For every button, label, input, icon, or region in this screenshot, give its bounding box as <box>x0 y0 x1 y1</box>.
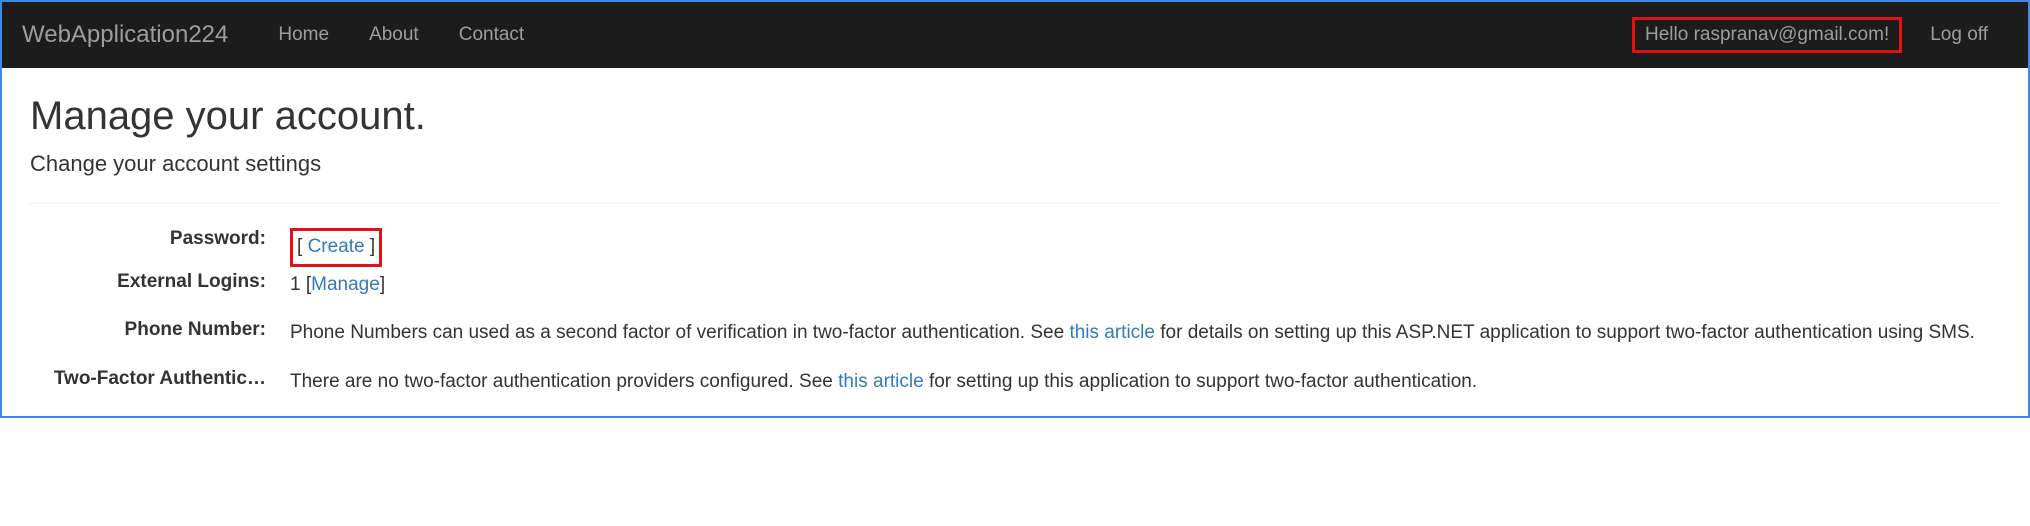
two-factor-article-link[interactable]: this article <box>838 371 924 392</box>
external-logins-count: 1 <box>290 274 301 295</box>
two-factor-text-after: for setting up this application to suppo… <box>924 371 1477 392</box>
user-greeting-link[interactable]: Hello raspranav@gmail.com! <box>1632 17 1902 53</box>
divider <box>30 203 2000 204</box>
page-title: Manage your account. <box>30 94 2000 139</box>
password-bracket-close: ] <box>365 236 376 257</box>
external-logins-label: External Logins: <box>30 271 266 316</box>
page-subtitle: Change your account settings <box>30 151 2000 177</box>
two-factor-text-before: There are no two-factor authentication p… <box>290 371 838 392</box>
nav-contact[interactable]: Contact <box>439 6 544 64</box>
navbar-brand[interactable]: WebApplication224 <box>22 3 248 67</box>
phone-text-after: for details on setting up this ASP.NET a… <box>1155 322 1975 343</box>
external-logins-bracket-open: [ <box>301 274 312 295</box>
password-label: Password: <box>30 228 266 267</box>
external-logins-bracket-close: ] <box>380 274 385 295</box>
password-value: [ Create ] <box>290 228 2000 267</box>
password-action-highlight: [ Create ] <box>290 228 382 267</box>
nav-about[interactable]: About <box>349 6 439 64</box>
phone-text-before: Phone Numbers can used as a second facto… <box>290 322 1069 343</box>
phone-value: Phone Numbers can used as a second facto… <box>290 319 2000 348</box>
two-factor-label: Two-Factor Authentic… <box>30 368 266 397</box>
phone-label: Phone Number: <box>30 319 266 364</box>
nav-right: Hello raspranav@gmail.com! Log off <box>1632 6 2008 64</box>
logoff-link[interactable]: Log off <box>1910 6 2008 64</box>
account-settings-list: Password: [ Create ] External Logins: 1 … <box>30 228 2000 396</box>
two-factor-value: There are no two-factor authentication p… <box>290 368 2000 397</box>
main-container: Manage your account. Change your account… <box>2 68 2028 416</box>
create-password-link[interactable]: Create <box>308 236 365 257</box>
navbar: WebApplication224 Home About Contact Hel… <box>2 2 2028 68</box>
password-bracket-open: [ <box>297 236 308 257</box>
nav-left: Home About Contact <box>258 6 1632 64</box>
phone-article-link[interactable]: this article <box>1069 322 1155 343</box>
external-logins-value: 1 [Manage] <box>290 271 2000 300</box>
manage-external-logins-link[interactable]: Manage <box>311 274 380 295</box>
nav-home[interactable]: Home <box>258 6 349 64</box>
